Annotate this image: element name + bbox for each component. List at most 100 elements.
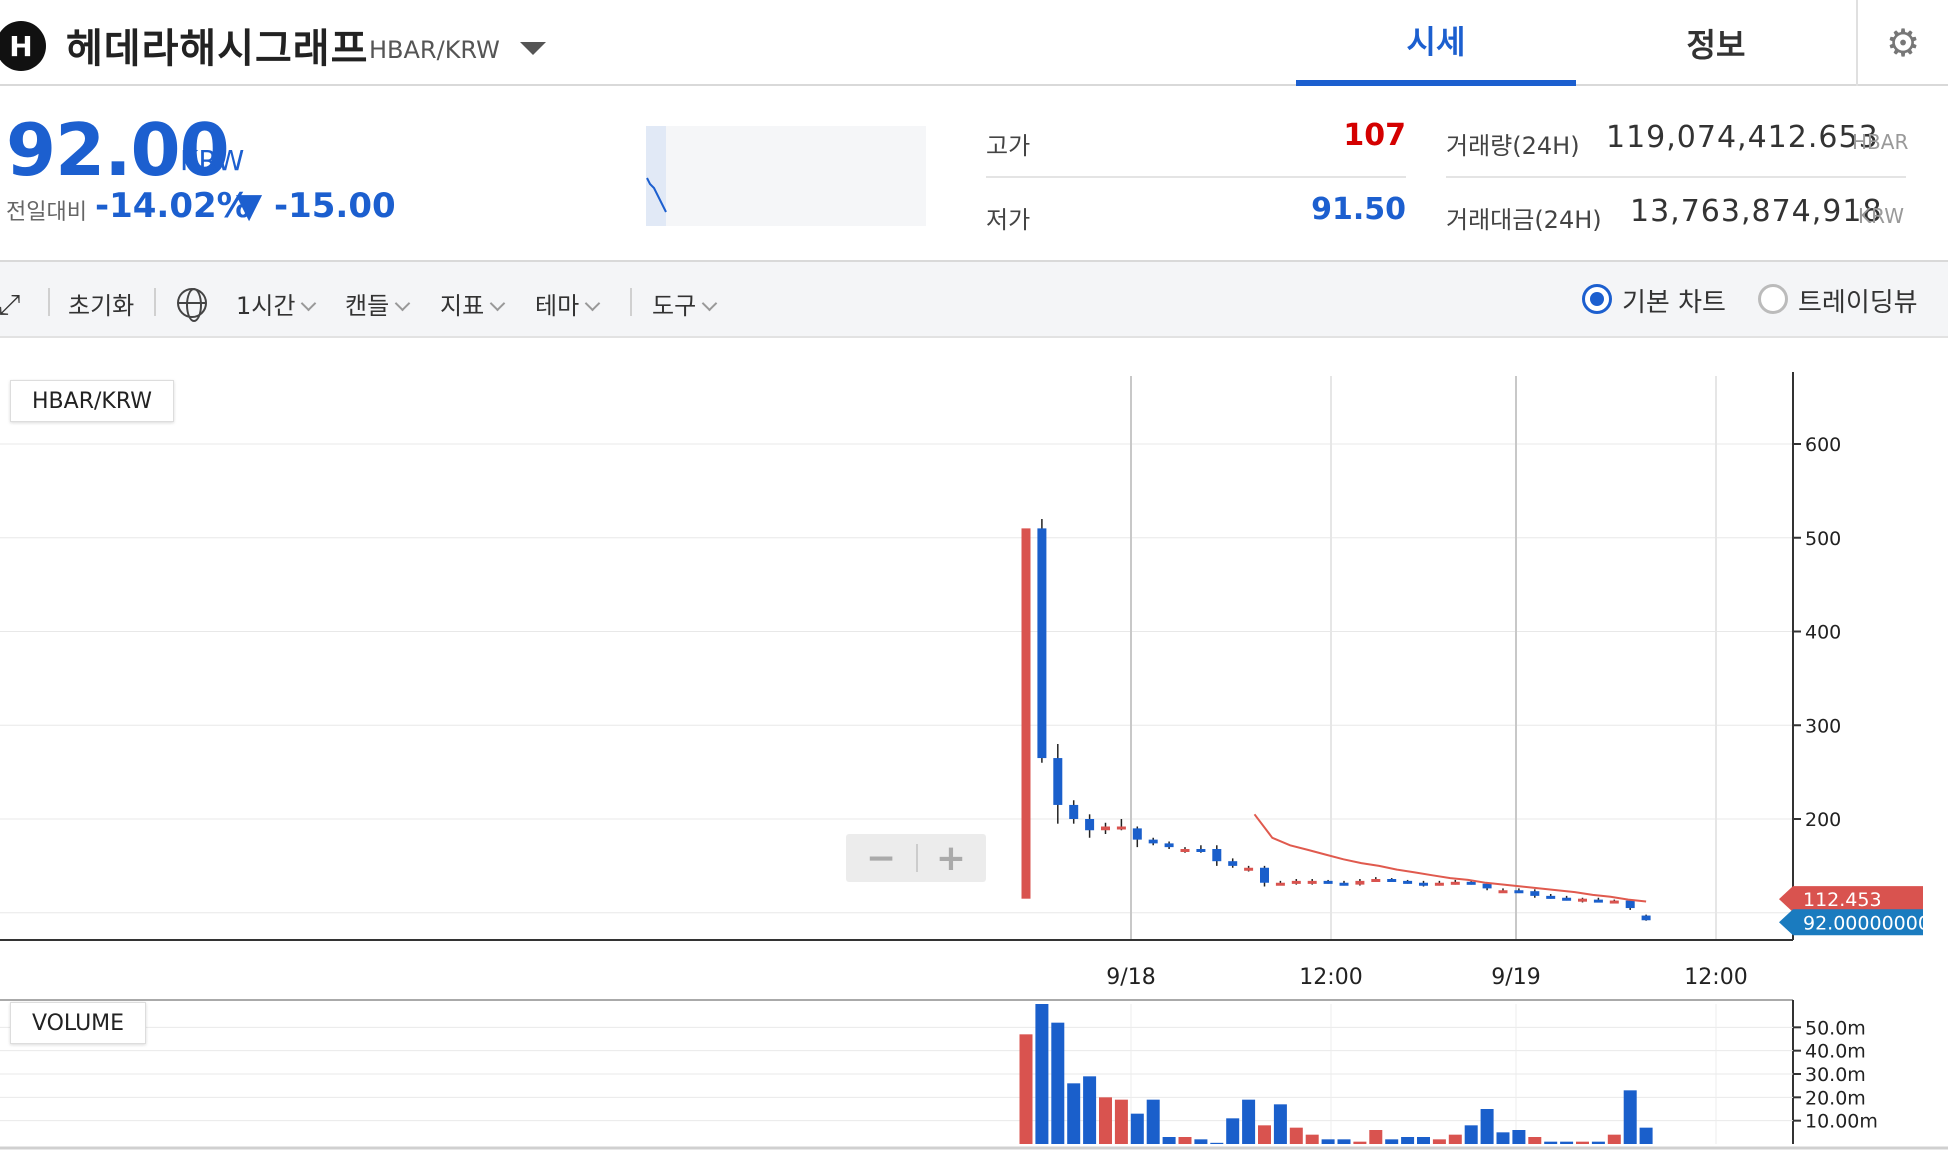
- time-tick-label: 9/18: [1106, 965, 1155, 990]
- volume-bar: [1385, 1139, 1399, 1144]
- coin-name: 헤데라해시그래프: [66, 26, 369, 72]
- volume-bar: [1528, 1137, 1542, 1144]
- volume-bar: [1337, 1139, 1351, 1144]
- candle-body: [1403, 880, 1413, 884]
- price-tag-label: 92.00000000: [1803, 912, 1930, 934]
- volume-tick-label: 20.0m: [1805, 1087, 1866, 1109]
- volume-title: VOLUME: [10, 1002, 146, 1044]
- candle-body: [1355, 880, 1365, 885]
- volume-bar: [1607, 1134, 1621, 1144]
- volume-bar: [1369, 1130, 1383, 1144]
- candle-body: [1466, 881, 1476, 885]
- volume-tick-label: 10.00m: [1805, 1111, 1878, 1133]
- volume-bar: [1591, 1141, 1605, 1144]
- reset-button[interactable]: 초기화: [68, 286, 134, 321]
- price-unit: KRW: [180, 144, 245, 177]
- high-value: 107: [1343, 118, 1406, 153]
- chevron-down-icon: [701, 295, 718, 312]
- settings-button[interactable]: ⚙: [1856, 0, 1948, 86]
- chart-svg: 600 500 400 300 200 9/18 12:00 9/19 12:00 112.453…: [0, 372, 1948, 1150]
- tab-info[interactable]: 정보: [1576, 0, 1856, 86]
- candle-body: [1609, 900, 1619, 904]
- volume-tick-label: 40.0m: [1805, 1041, 1866, 1063]
- candle-body: [1132, 828, 1142, 840]
- candle-body: [1291, 880, 1301, 884]
- volume-bar: [1099, 1097, 1112, 1144]
- change-label: 전일대비: [6, 200, 87, 225]
- zoom-in-button[interactable]: +: [916, 834, 986, 882]
- volume-bar: [1496, 1132, 1510, 1144]
- tradingview-radio[interactable]: [1758, 284, 1788, 314]
- stat-divider: [986, 176, 1406, 178]
- toolbar-divider: [48, 288, 50, 316]
- volume-bar: [1639, 1127, 1653, 1144]
- volume-bar: [1544, 1141, 1558, 1144]
- interval-dropdown[interactable]: 1시간: [236, 286, 317, 321]
- low-label: 저가: [986, 206, 1031, 234]
- candle-body: [1069, 804, 1079, 819]
- amount-value: 13,763,874,918: [1630, 194, 1883, 229]
- high-label: 고가: [986, 132, 1031, 160]
- low-value: 91.50: [1311, 192, 1406, 227]
- tab-market[interactable]: 시세: [1296, 0, 1576, 86]
- indicator-dropdown[interactable]: 지표: [440, 286, 506, 321]
- chevron-down-icon: [301, 295, 317, 312]
- globe-icon[interactable]: [177, 288, 207, 322]
- theme-dropdown[interactable]: 테마: [535, 286, 601, 321]
- candle-body: [1419, 882, 1428, 886]
- candle-body: [1212, 849, 1222, 862]
- volume-bar: [1178, 1137, 1192, 1144]
- pair-dropdown-caret-icon[interactable]: [520, 42, 546, 55]
- price-tick-label: 300: [1805, 715, 1841, 737]
- candle-body: [1434, 882, 1444, 886]
- theme-label: 테마: [535, 292, 580, 320]
- change-rate: -14.02%: [95, 186, 251, 226]
- zoom-out-button[interactable]: −: [846, 834, 916, 882]
- volume-bar: [1417, 1137, 1430, 1144]
- chart-type-dropdown[interactable]: 캔들: [345, 286, 411, 321]
- candle-body: [1085, 819, 1095, 831]
- chevron-down-icon: [489, 295, 506, 312]
- price-tick-label: 200: [1805, 809, 1841, 831]
- candle-body: [1625, 900, 1635, 909]
- price-chart-area[interactable]: HBAR/KRW VOLUME − + 600 500 400 300 200 9/18 1…: [0, 338, 1948, 1168]
- volume-bar: [1560, 1141, 1574, 1144]
- candle-body: [1562, 897, 1572, 901]
- volume-bar: [1019, 1034, 1033, 1144]
- volume-bar: [1083, 1076, 1097, 1144]
- price-tick-label: 500: [1805, 528, 1841, 550]
- candle-body: [1546, 895, 1556, 899]
- mini-price-chart: [646, 126, 926, 226]
- candle-body: [1339, 882, 1349, 886]
- candle-body: [1228, 861, 1238, 866]
- candle-body: [1641, 915, 1651, 921]
- volume-bar: [1464, 1125, 1478, 1144]
- candle-body: [1244, 867, 1254, 871]
- coin-pair: HBAR/KRW: [369, 36, 500, 64]
- volume-tick-label: 50.0m: [1805, 1017, 1866, 1039]
- toolbar-divider: [630, 288, 632, 316]
- time-tick-label: 12:00: [1299, 965, 1362, 990]
- basic-chart-label: 기본 차트: [1622, 288, 1726, 318]
- candle-body: [1323, 880, 1333, 884]
- volume-bar: [1448, 1134, 1462, 1144]
- candle-body: [1196, 849, 1206, 852]
- candle-body: [1307, 880, 1317, 884]
- candle-body: [1275, 882, 1285, 886]
- candle-body: [1593, 899, 1603, 903]
- candle-body: [1101, 826, 1110, 831]
- expand-icon[interactable]: ⤢: [0, 288, 20, 322]
- amount-label: 거래대금(24H): [1446, 206, 1602, 234]
- basic-chart-radio[interactable]: [1582, 284, 1612, 314]
- mini-chart-line: [646, 177, 667, 213]
- moving-average-line: [1253, 813, 1647, 903]
- volume-bar: [1321, 1139, 1335, 1144]
- tools-dropdown[interactable]: 도구: [652, 286, 718, 321]
- candle-body: [1514, 890, 1524, 894]
- tradingview-label: 트레이딩뷰: [1798, 288, 1918, 318]
- coin-logo-icon: H: [0, 21, 46, 71]
- coin-header: H 헤데라해시그래프 HBAR/KRW 시세 정보 ⚙: [0, 0, 1948, 86]
- volume-bar: [1273, 1104, 1287, 1144]
- candle-body: [1260, 867, 1269, 883]
- zoom-control: − +: [846, 834, 986, 882]
